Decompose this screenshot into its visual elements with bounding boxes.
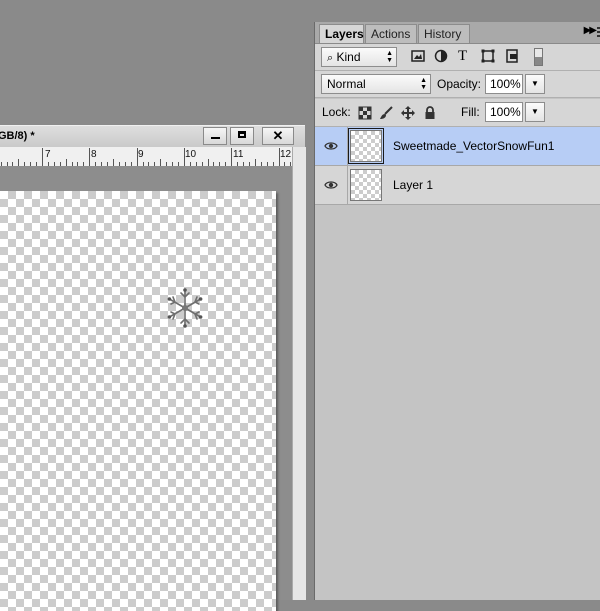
- tab-actions[interactable]: Actions: [365, 24, 417, 43]
- ruler-tick: [65, 159, 67, 166]
- vertical-scrollbar[interactable]: [292, 147, 306, 600]
- layer-name[interactable]: Layer 1: [393, 178, 433, 192]
- tab-history[interactable]: History: [418, 24, 470, 43]
- chevron-down-icon: ▼: [531, 79, 539, 88]
- ruler-number: 9: [138, 149, 144, 160]
- ruler-tick: [42, 148, 43, 166]
- blend-mode-value: Normal: [327, 77, 366, 91]
- layer-filter-row: ⌕ Kind ▲ ▼ T: [315, 44, 600, 71]
- visibility-column: [315, 127, 348, 165]
- lock-image-pixels-icon[interactable]: [379, 106, 393, 120]
- fill-dropdown-button[interactable]: ▼: [525, 102, 545, 122]
- tab-layers[interactable]: Layers: [319, 24, 364, 43]
- layer-row-sweetmade[interactable]: Sweetmade_VectorSnowFun1: [315, 127, 600, 166]
- collapse-panel-icon[interactable]: ▶▶: [584, 25, 597, 36]
- smart-object-filter-icon[interactable]: [505, 49, 519, 63]
- ruler-number: 8: [91, 149, 97, 160]
- ruler-number: 7: [45, 149, 51, 160]
- ruler-tick: [207, 159, 209, 166]
- layer-thumbnail[interactable]: [350, 169, 382, 201]
- search-icon: ⌕: [327, 52, 334, 64]
- transparent-canvas[interactable]: [0, 191, 276, 611]
- minimize-button[interactable]: [203, 127, 227, 145]
- lock-position-icon[interactable]: [401, 106, 415, 120]
- minimize-icon: [210, 137, 220, 139]
- shape-layer-filter-icon[interactable]: [481, 49, 495, 63]
- ruler-tick: [160, 159, 162, 166]
- snowflake-icon: [167, 288, 203, 328]
- document-window: GB/8) * ✕ 7 8 9 10 11 12: [0, 125, 306, 611]
- document-title-bar[interactable]: GB/8) * ✕: [0, 125, 305, 149]
- eye-icon[interactable]: [324, 139, 338, 153]
- layer-name[interactable]: Sweetmade_VectorSnowFun1: [393, 139, 554, 153]
- layers-panel: Layers Actions History ▶▶ ⌕ Kind ▲ ▼ T No…: [314, 22, 600, 600]
- lock-transparent-pixels-icon[interactable]: [358, 106, 372, 120]
- adjustment-layer-filter-icon[interactable]: [434, 49, 448, 63]
- layers-list: Sweetmade_VectorSnowFun1 Layer 1: [315, 127, 600, 600]
- filter-kind-label: Kind: [336, 50, 361, 64]
- ruler-number: 12: [280, 149, 292, 160]
- ruler-tick: [112, 159, 114, 166]
- close-icon: ✕: [272, 128, 284, 143]
- horizontal-ruler[interactable]: 7 8 9 10 11 12: [0, 147, 292, 167]
- opacity-label: Opacity:: [437, 77, 482, 91]
- visibility-column: [315, 166, 348, 204]
- pixel-layer-filter-icon[interactable]: [411, 49, 425, 63]
- layer-row-layer-1[interactable]: Layer 1: [315, 166, 600, 205]
- blend-row: Normal ▲ ▼ Opacity: 100% ▼: [315, 71, 600, 98]
- document-title: GB/8) *: [0, 130, 35, 142]
- filter-kind-select[interactable]: ⌕ Kind ▲ ▼: [321, 47, 397, 67]
- lock-label: Lock:: [322, 105, 351, 119]
- lock-all-icon[interactable]: [423, 106, 437, 120]
- maximize-button[interactable]: [230, 127, 254, 145]
- fill-label: Fill:: [461, 105, 480, 119]
- fill-field[interactable]: 100%: [485, 102, 523, 122]
- lock-row: Lock: Fill: 100% ▼: [315, 99, 600, 127]
- canvas-area: [0, 166, 292, 611]
- ruler-tick: [18, 159, 20, 166]
- opacity-dropdown-button[interactable]: ▼: [525, 74, 545, 94]
- eye-icon[interactable]: [324, 178, 338, 192]
- filter-toggle-switch[interactable]: [534, 48, 543, 66]
- chevron-down-icon: ▼: [531, 107, 539, 116]
- ruler-number: 10: [185, 149, 197, 160]
- panel-tab-bar: Layers Actions History ▶▶: [315, 22, 600, 44]
- select-arrows-icon: ▲ ▼: [386, 50, 393, 64]
- ruler-tick: [254, 159, 256, 166]
- blend-mode-select[interactable]: Normal ▲ ▼: [321, 74, 431, 94]
- opacity-field[interactable]: 100%: [485, 74, 523, 94]
- type-layer-filter-icon[interactable]: T: [458, 46, 467, 66]
- layer-thumbnail[interactable]: [348, 128, 384, 164]
- maximize-icon: [238, 131, 246, 138]
- close-button[interactable]: ✕: [262, 127, 294, 145]
- ruler-number: 11: [233, 149, 244, 160]
- select-arrows-icon: ▲ ▼: [420, 77, 427, 91]
